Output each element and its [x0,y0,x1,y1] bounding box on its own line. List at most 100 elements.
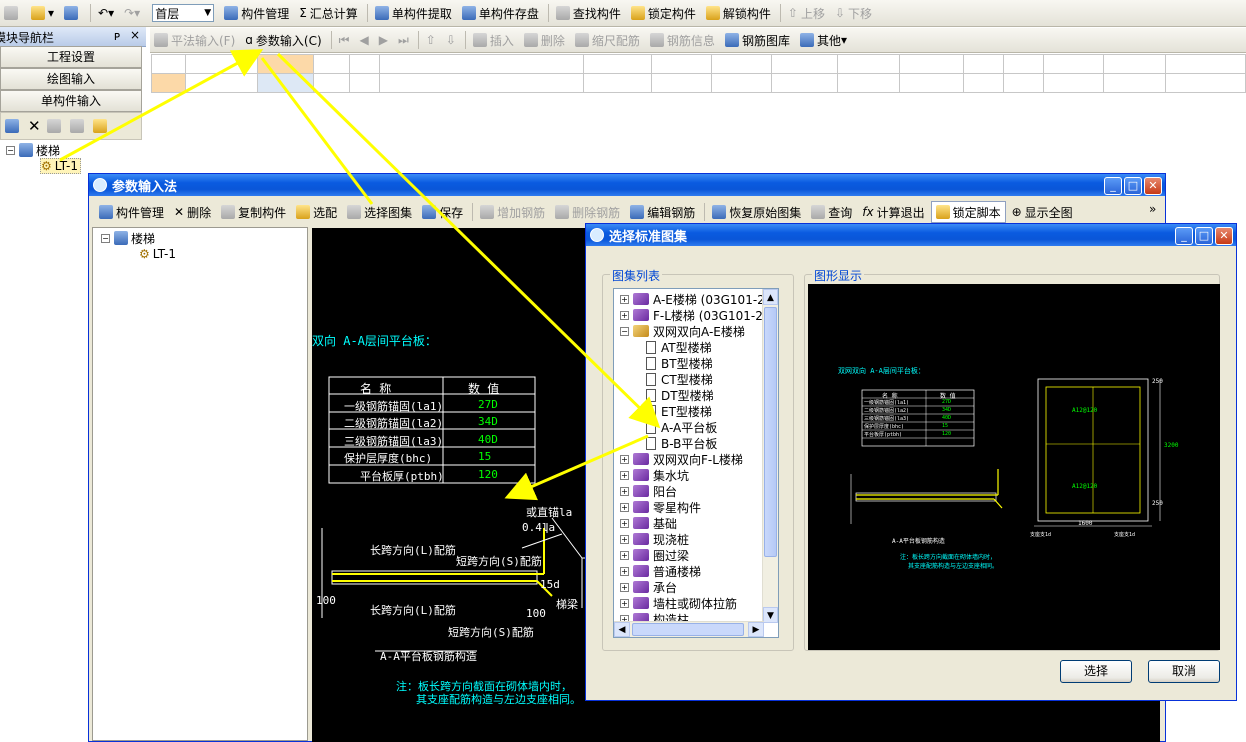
single-extract-button[interactable]: 单构件提取 [371,2,456,24]
next-record-button[interactable]: ▶ [375,29,392,51]
list-icon[interactable] [5,119,19,133]
config-icon[interactable] [92,119,107,133]
first-record-button[interactable]: ⏮ [335,29,354,51]
prev-record-button[interactable]: ◀ [355,29,372,51]
tree-item-stairs[interactable]: − 楼梯 [6,142,60,158]
scroll-right-icon[interactable]: ▶ [748,622,764,637]
tree-item-stairs[interactable]: − 楼梯 [101,230,155,246]
expand-icon[interactable]: + [620,518,629,528]
expand-icon[interactable]: + [620,310,629,320]
expand-icon[interactable]: + [620,486,629,496]
minimize-button[interactable]: _ [1104,177,1122,195]
expand-icon[interactable]: + [620,598,629,608]
unlock-component-button[interactable]: 解锁构件 [702,2,775,24]
atlas-tree-item[interactable]: + 集水坑 [620,467,689,483]
atlas-tree-item[interactable]: + A-E楼梯 (03G101-2) [620,291,769,307]
close-button[interactable]: ✕ [1144,177,1162,195]
undo-icon[interactable]: ↶▾ [94,2,118,24]
restore-atlas-button[interactable]: 恢复原始图集 [708,201,805,223]
tree-item-lt1[interactable]: ⚙ LT-1 [40,158,81,174]
rebar-info-button[interactable]: 钢筋信息 [646,29,719,51]
copy-icon[interactable] [46,119,61,133]
atlas-tree-vscroll[interactable]: ▲ ▼ [762,289,778,623]
select-button[interactable]: 选择 [1060,660,1132,683]
atlas-tree-item[interactable]: CT型楼梯 [646,371,713,387]
close-button[interactable]: ✕ [1215,227,1233,245]
move-down-button[interactable]: ⇩ 下移 [831,2,876,24]
flat-input-button[interactable]: 平法输入(F) [150,29,239,51]
new-file-icon[interactable] [0,2,25,24]
other-menu-button[interactable]: 其他 ▾ [796,29,851,51]
lock-script-button[interactable]: 锁定脚本 [930,201,1006,223]
cancel-button[interactable]: 取消 [1148,660,1220,683]
find-component-button[interactable]: 查找构件 [552,2,625,24]
atlas-tree-hscroll[interactable]: ◀ ▶ [614,621,764,637]
single-save-button[interactable]: 单构件存盘 [458,2,543,24]
atlas-tree-item[interactable]: ET型楼梯 [646,403,712,419]
atlas-tree-item[interactable]: − 双网双向A-E楼梯 [620,323,745,339]
atlas-tree-item[interactable]: + 零星构件 [620,499,701,515]
add-rebar-button[interactable]: 增加钢筋 [476,201,549,223]
insert-button[interactable]: 插入 [469,29,518,51]
expand-icon[interactable]: + [620,550,629,560]
scale-rebar-button[interactable]: 缩尺配筋 [571,29,644,51]
expand-icon[interactable]: + [620,294,629,304]
atlas-tree-item[interactable]: BT型楼梯 [646,355,713,371]
collapse-icon[interactable]: − [620,326,629,336]
rebar-lib-button[interactable]: 钢筋图库 [721,29,794,51]
copy-component-button[interactable]: 复制构件 [217,201,290,223]
delete-rebar-button[interactable]: 删除钢筋 [551,201,624,223]
expand-icon[interactable]: + [620,470,629,480]
paste-icon[interactable] [69,119,84,133]
move-up-button[interactable]: ⇧ 上移 [784,2,829,24]
expand-icon[interactable]: + [620,502,629,512]
show-all-button[interactable]: ⊕ 显示全图 [1008,201,1077,223]
tree-item-lt1[interactable]: ⚙ LT-1 [139,246,176,262]
redo-icon[interactable]: ↷▾ [120,2,144,24]
atlas-tree-item[interactable]: B-B平台板 [646,435,717,451]
maximize-button[interactable]: □ [1195,227,1213,245]
atlas-tree-item[interactable]: + 圈过梁 [620,547,689,563]
open-file-icon[interactable]: ▾ [27,2,58,24]
expand-icon[interactable]: + [620,582,629,592]
maximize-button[interactable]: □ [1124,177,1142,195]
atlas-tree-item[interactable]: + 承台 [620,579,677,595]
atlas-tree-item[interactable]: + 阳台 [620,483,677,499]
select-config-button[interactable]: 选配 [292,201,341,223]
atlas-tree-item[interactable]: A-A平台板 [646,419,717,435]
toolbar-overflow-icon[interactable]: » [1149,202,1156,216]
component-manage-button[interactable]: 构件管理 [220,2,293,24]
minimize-button[interactable]: _ [1175,227,1193,245]
row-up-button[interactable]: ⇧ [422,29,440,51]
close-icon[interactable]: × [130,28,140,42]
delete-button[interactable]: ✕ 删除 [170,201,215,223]
param-window-titlebar[interactable]: 参数输入法 [89,174,1165,196]
atlas-tree-item[interactable]: + 双网双向F-L楼梯 [620,451,743,467]
delete-icon[interactable]: ✕ [28,117,41,135]
scroll-left-icon[interactable]: ◀ [614,622,630,637]
dialog-titlebar[interactable]: 选择标准图集 [586,224,1236,246]
atlas-tree-item[interactable]: + 墙柱或砌体拉筋 [620,595,737,611]
save-icon[interactable] [60,2,85,24]
atlas-tree-item[interactable]: + 普通楼梯 [620,563,701,579]
hscroll-thumb[interactable] [632,623,744,636]
expand-icon[interactable]: + [620,566,629,576]
scroll-down-icon[interactable]: ▼ [763,607,778,623]
atlas-tree-item[interactable]: DT型楼梯 [646,387,714,403]
sum-calc-button[interactable]: Σ 汇总计算 [295,2,362,24]
nav-drawing-input[interactable]: 绘图输入 [0,68,142,90]
edit-rebar-button[interactable]: 编辑钢筋 [626,201,699,223]
atlas-tree-item[interactable]: + 现浇桩 [620,531,689,547]
save-button[interactable]: 保存 [418,201,467,223]
floor-select[interactable]: 首层 ▼ [152,4,215,22]
lock-component-button[interactable]: 锁定构件 [627,2,700,24]
param-input-button[interactable]: ɑ 参数输入(C) [241,29,325,51]
select-atlas-button[interactable]: 选择图集 [343,201,416,223]
calc-exit-button[interactable]: fx 计算退出 [858,201,928,223]
delete-row-button[interactable]: 删除 [520,29,569,51]
atlas-tree-item[interactable]: AT型楼梯 [646,339,712,355]
last-record-button[interactable]: ⏭ [394,29,413,51]
pin-icon[interactable]: ᴘ [114,29,120,43]
scroll-up-icon[interactable]: ▲ [763,289,778,305]
query-button[interactable]: 查询 [807,201,856,223]
